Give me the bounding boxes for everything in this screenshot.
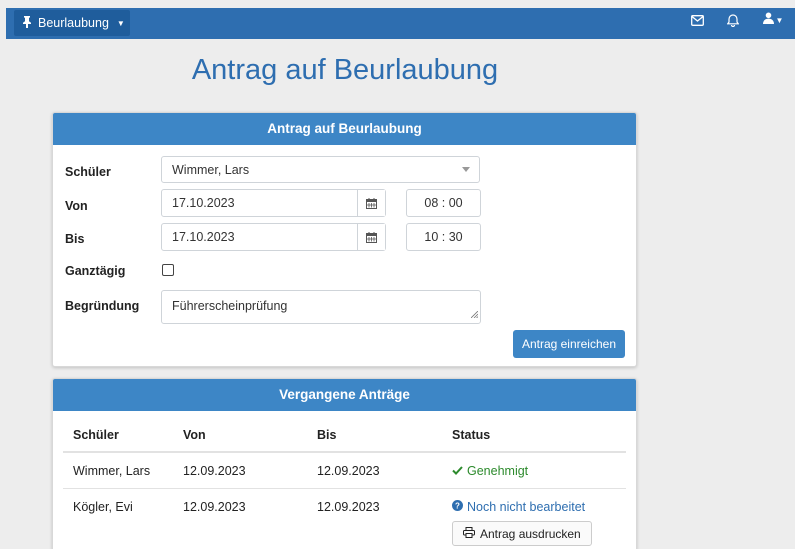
cell-from: 12.09.2023 [183,464,246,478]
question-circle-icon: ? [452,500,463,514]
cell-from: 12.09.2023 [183,500,246,514]
reason-value: Führerscheinprüfung [172,299,288,313]
user-icon [762,11,774,29]
mail-icon[interactable] [689,12,705,28]
allday-checkbox[interactable] [162,264,174,276]
to-date-input[interactable]: 17.10.2023 [161,223,386,251]
cell-to: 12.09.2023 [317,464,380,478]
calendar-icon[interactable] [357,190,385,216]
resize-handle-icon[interactable] [470,307,479,321]
from-time-value: 08 : 00 [424,196,463,210]
user-menu[interactable]: ▼ [761,12,785,28]
to-time-input[interactable]: 10 : 30 [406,223,481,251]
printer-icon [463,526,475,541]
nav-dropdown-beurlaubung[interactable]: Beurlaubung ▼ [14,10,130,36]
status-text: Noch nicht bearbeitet [467,500,586,514]
print-request-button[interactable]: Antrag ausdrucken [452,521,592,546]
column-header-from: Von [183,428,206,442]
student-select-value: Wimmer, Lars [172,162,250,177]
to-time-value: 10 : 30 [424,230,463,244]
page-title: Antrag auf Beurlaubung [191,54,499,86]
cell-to: 12.09.2023 [317,500,380,514]
reason-label: Begründung [65,299,140,313]
to-date-value: 17.10.2023 [172,230,235,244]
table-row: Wimmer, Lars 12.09.2023 12.09.2023 Geneh… [63,453,626,489]
history-card-header: Vergangene Anträge [53,379,636,411]
cell-student: Wimmer, Lars [73,464,151,478]
svg-text:?: ? [455,501,460,510]
nav-icons: ▼ [689,12,785,28]
calendar-icon[interactable] [357,224,385,250]
from-date-input[interactable]: 17.10.2023 [161,189,386,217]
from-label: Von [65,199,88,213]
column-header-student: Schüler [73,428,119,442]
chevron-down-icon [462,167,470,172]
chevron-down-icon: ▼ [116,18,125,28]
form-card-header: Antrag auf Beurlaubung [53,113,636,145]
status-badge: Genehmigt [452,464,528,478]
student-label: Schüler [65,165,111,179]
student-select[interactable]: Wimmer, Lars [161,156,480,183]
nav-dropdown-label: Beurlaubung [38,16,109,30]
print-button-label: Antrag ausdrucken [480,526,581,541]
cell-student: Kögler, Evi [73,500,133,514]
bell-icon[interactable] [725,12,741,28]
past-requests-card: Vergangene Anträge Schüler Von Bis Statu… [52,378,637,549]
to-label: Bis [65,232,85,246]
submit-request-button[interactable]: Antrag einreichen [512,330,625,358]
check-icon [452,464,463,478]
from-time-input[interactable]: 08 : 00 [406,189,481,217]
column-header-to: Bis [317,428,337,442]
request-form-card: Antrag auf Beurlaubung Schüler Wimmer, L… [52,112,637,367]
table-row: Kögler, Evi 12.09.2023 12.09.2023 ? Noch… [63,490,626,549]
status-badge: ? Noch nicht bearbeitet [452,500,585,514]
reason-textarea[interactable]: Führerscheinprüfung [161,290,481,324]
pin-icon [22,15,32,31]
table-header: Schüler Von Bis Status [63,411,626,453]
column-header-status: Status [452,428,491,442]
chevron-down-icon: ▼ [775,15,784,25]
allday-label: Ganztägig [65,264,126,278]
from-date-value: 17.10.2023 [172,196,235,210]
status-text: Genehmigt [467,464,529,478]
